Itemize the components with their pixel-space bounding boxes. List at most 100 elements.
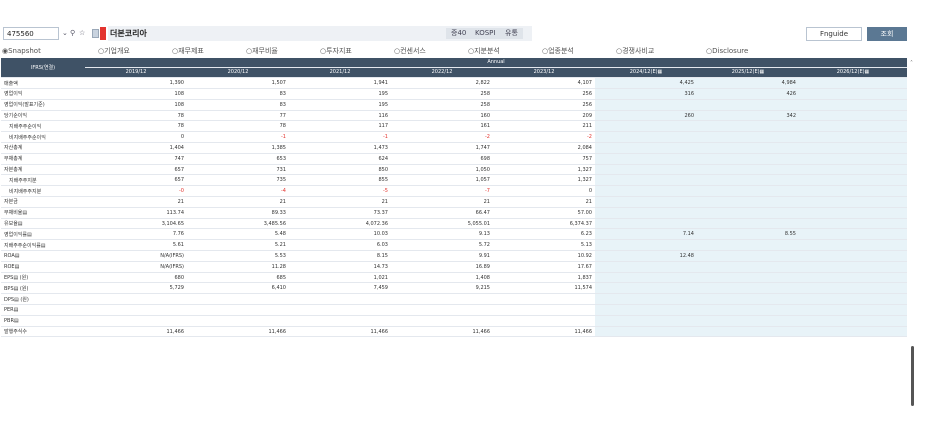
- tab-disclosure[interactable]: ○Disclosure: [706, 46, 786, 57]
- tab-snapshot[interactable]: ◉Snapshot: [0, 46, 98, 57]
- table-cell: -2: [391, 131, 493, 144]
- table-cell: [391, 315, 493, 327]
- row-label[interactable]: DPS▤ (원): [1, 293, 85, 306]
- chevron-down-icon[interactable]: ⌄: [62, 28, 68, 39]
- table-cell: 5.72: [391, 239, 493, 252]
- tab-consensus[interactable]: ○컨센서스: [394, 46, 468, 57]
- stock-code-input[interactable]: 475560: [3, 27, 59, 40]
- company-name: 더본코리아: [110, 29, 147, 38]
- row-label[interactable]: 지배주주순이익: [1, 120, 85, 133]
- tab-shareholding[interactable]: ○지분분석: [468, 46, 542, 57]
- star-icon[interactable]: ☆: [79, 28, 85, 39]
- fnguide-button[interactable]: Fnguide: [806, 27, 862, 41]
- row-label[interactable]: PBR▤: [1, 315, 85, 327]
- tab-investment-indicators[interactable]: ○투자지표: [320, 46, 394, 57]
- table-cell: 256: [493, 99, 595, 111]
- row-label[interactable]: 자본금: [1, 196, 85, 208]
- table-cell: 209: [493, 110, 595, 122]
- row-label[interactable]: 유보율▤: [1, 218, 85, 230]
- table-cell: -1: [289, 131, 391, 144]
- row-label[interactable]: 영업이익(발표기준): [1, 99, 85, 111]
- search-icon[interactable]: ⚲: [70, 28, 75, 39]
- table-cell: 1,021: [289, 272, 391, 284]
- table-cell: 9.13: [391, 228, 493, 241]
- table-cell: [595, 293, 697, 306]
- column-header: 2021/12: [289, 67, 391, 79]
- table-cell: 21: [85, 196, 187, 208]
- toolbar: 475560 ⌄ ⚲ ☆ 더본코리아 증40 KOSPI 유통 Fnguide …: [0, 0, 935, 44]
- table-cell: 685: [187, 272, 289, 284]
- table-cell: 1,473: [289, 142, 391, 154]
- table-cell: 10.03: [289, 228, 391, 241]
- row-label[interactable]: 지배주주지분: [1, 174, 85, 187]
- table-cell: 5,055.01: [391, 218, 493, 230]
- table-cell: [493, 315, 595, 327]
- tag-market: KOSPI: [470, 28, 501, 39]
- tab-industry[interactable]: ○업종분석: [542, 46, 616, 57]
- row-label[interactable]: BPS▤ (원): [1, 282, 85, 295]
- table-cell: [595, 196, 697, 208]
- table-cell: [697, 142, 799, 154]
- table-cell: [799, 142, 908, 154]
- table-cell: 57.00: [493, 207, 595, 219]
- scroll-up-icon[interactable]: ˄: [910, 60, 913, 67]
- table-cell: [595, 142, 697, 154]
- table-cell: [799, 110, 908, 122]
- scroll-thumb[interactable]: [911, 346, 914, 406]
- table-cell: [85, 304, 187, 316]
- table-cell: 7.14: [595, 228, 697, 241]
- table-cell: 735: [187, 174, 289, 187]
- table-row: 당기순이익 78 77 116 160 209 260 342: [1, 110, 908, 122]
- table-cell: [595, 164, 697, 176]
- row-label[interactable]: 부채비율▤: [1, 207, 85, 219]
- table-cell: [391, 293, 493, 306]
- tab-financial-statements[interactable]: ○재무제표: [172, 46, 246, 57]
- table-cell: [697, 239, 799, 252]
- row-label[interactable]: 당기순이익: [1, 110, 85, 122]
- row-label[interactable]: PER▤: [1, 304, 85, 316]
- table-cell: 11,466: [85, 326, 187, 338]
- table-cell: 1,385: [187, 142, 289, 154]
- row-label[interactable]: 발행주식수: [1, 326, 85, 338]
- tab-competitor[interactable]: ○경쟁사비교: [616, 46, 706, 57]
- row-label[interactable]: 자본총계: [1, 164, 85, 176]
- row-label[interactable]: EPS▤ (원): [1, 272, 85, 284]
- marker-icon: [100, 27, 106, 40]
- row-label[interactable]: ROA▤: [1, 250, 85, 262]
- column-header: 2025/12(E)▦: [697, 67, 799, 79]
- row-label[interactable]: 지배주주순이익률▤: [1, 239, 85, 252]
- table-cell: [697, 282, 799, 295]
- table-cell: N/A(IFRS): [85, 261, 187, 273]
- table-row: EPS▤ (원) 680 685 1,021 1,408 1,837: [1, 272, 908, 284]
- table-cell: -5: [289, 185, 391, 198]
- table-cell: [595, 99, 697, 111]
- table-cell: 195: [289, 99, 391, 111]
- row-label[interactable]: 비지배주주지분: [1, 185, 85, 198]
- table-cell: 4,425: [595, 77, 697, 90]
- row-label[interactable]: 자산총계: [1, 142, 85, 154]
- table-cell: 8.55: [697, 228, 799, 241]
- row-label[interactable]: 부채총계: [1, 153, 85, 165]
- tab-company-overview[interactable]: ○기업개요: [98, 46, 172, 57]
- table-cell: 113.74: [85, 207, 187, 219]
- table-cell: 6,374.37: [493, 218, 595, 230]
- row-label[interactable]: 영업이익률▤: [1, 228, 85, 241]
- row-label[interactable]: 비지배주주순이익: [1, 131, 85, 144]
- table-cell: [799, 282, 908, 295]
- table-row: ROE▤ N/A(IFRS) 11.28 14.73 16.89 17.67: [1, 261, 908, 273]
- table-cell: [799, 250, 908, 262]
- row-label[interactable]: ROE▤: [1, 261, 85, 273]
- table-cell: [595, 304, 697, 316]
- row-label[interactable]: 영업이익: [1, 88, 85, 100]
- tab-financial-ratios[interactable]: ○재무비율: [246, 46, 320, 57]
- table-cell: 256: [493, 88, 595, 100]
- table-cell: 21: [187, 196, 289, 208]
- table-cell: 0: [493, 185, 595, 198]
- column-header: 2020/12: [187, 67, 289, 79]
- grid-icon[interactable]: [92, 29, 99, 38]
- table-cell: 1,408: [391, 272, 493, 284]
- row-label[interactable]: 매출액: [1, 77, 85, 90]
- search-button[interactable]: 조회: [867, 27, 907, 41]
- table-cell: 698: [391, 153, 493, 165]
- table-row: BPS▤ (원) 5,729 6,410 7,459 9,215 11,574: [1, 282, 908, 295]
